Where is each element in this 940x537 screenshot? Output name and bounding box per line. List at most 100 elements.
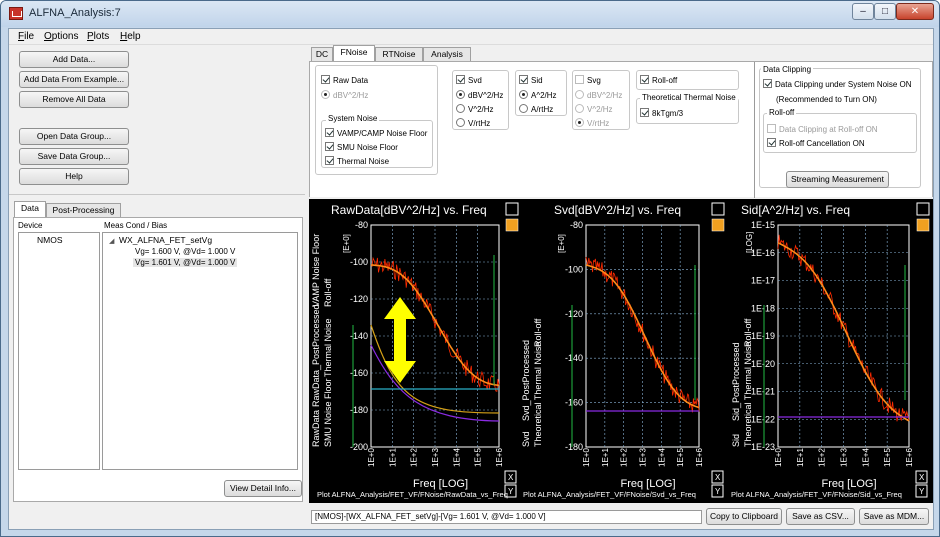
maximize-button[interactable]: □ [874,3,896,20]
svd-unit-dbv[interactable]: dBV^2/Hz [456,90,503,101]
sid-unit-a2[interactable]: A^2/Hz [519,90,557,101]
device-list[interactable]: NMOS [18,232,100,470]
series-label: Svd [521,431,531,447]
x-tick-label: 1E+6 [695,448,704,467]
menu-help[interactable]: Help [120,31,141,42]
y-tick-label: 1E-23 [751,442,775,452]
y-scale-label: [E+0] [557,234,566,253]
help-button[interactable]: Help [19,168,129,185]
close-button[interactable]: ✕ [896,3,934,20]
x-tick-label: 1E+4 [861,448,870,467]
tab-dc[interactable]: DC [311,47,333,61]
data-panel: Device Meas Cond / Bias NMOS ◢ WX_ALFNA_… [13,217,303,502]
x-axis-label: Freq [LOG] [413,478,468,490]
tab-post-processing[interactable]: Post-Processing [46,203,121,217]
add-data-button[interactable]: Add Data... [19,51,129,68]
divider [9,194,305,195]
tree-root[interactable]: WX_ALFNA_FET_setVg [119,235,212,245]
meas-tree[interactable]: ◢ WX_ALFNA_FET_setVg Vg= 1.600 V, @Vd= 1… [102,232,298,470]
tab-rtnoise[interactable]: RTNoise [375,47,423,61]
clip-sys-checkbox[interactable]: Data Clipping under System Noise ON [763,79,912,90]
raw-data-checkbox[interactable]: Raw Data [321,75,368,86]
svg-unit-dbv[interactable]: dBV^2/Hz [575,90,622,101]
maximize-icon: □ [881,6,889,17]
series-label: Roll-off [323,278,333,307]
smu-checkbox[interactable]: SMU Noise Floor [325,142,398,153]
autoscale-icon [711,218,725,232]
menu-options[interactable]: Options [44,31,78,42]
tree-item-selected[interactable]: Vg= 1.601 V, @Vd= 1.000 V [133,258,238,267]
minimize-button[interactable]: – [852,3,874,20]
vamp-checkbox[interactable]: VAMP/CAMP Noise Floor [325,128,427,139]
thermal-checkbox[interactable]: Thermal Noise [325,156,389,167]
x-tick-label: 1E+4 [452,448,461,467]
svg-unit-vrt[interactable]: V/rtHz [575,118,609,129]
svg-unit-v2[interactable]: V^2/Hz [575,104,613,115]
copy-to-clipboard-button[interactable]: Copy to Clipboard [706,508,782,525]
tree-item[interactable]: Vg= 1.600 V, @Vd= 1.000 V [135,247,235,256]
sid-unit-art[interactable]: A/rtHz [519,104,553,115]
plots-svg[interactable]: RawData[dBV^2/Hz] vs. Freq -80 -100 -120 -14… [309,199,933,503]
plot-title: Svd[dBV^2/Hz] vs. Freq [554,203,681,217]
fnoise-options-panel: Raw Data dBV^2/Hz System Noise VAMP/CAMP… [309,61,933,198]
system-noise-title: System Noise [326,114,380,123]
tab-analysis[interactable]: Analysis [423,47,471,61]
x-tick-label: 1E+3 [639,448,648,467]
svd-unit-vrt[interactable]: V/rtHz [456,118,490,129]
title-bar: ALFNA_Analysis:7 – □ ✕ [1,1,939,27]
y-scale-button-label: Y [919,487,925,496]
radio-icon [456,118,465,127]
series-label: RawData_PostProcessed [311,304,321,407]
clip-roll-checkbox[interactable]: Data Clipping at Roll-off ON [767,124,878,135]
series-label: VAMP Noise Floor [311,234,321,307]
plot-path-label: Plot ALFNA_Analysis/FET_VF/FNoise/Svd_vs… [523,490,696,499]
x-tick-label: 1E+2 [620,448,629,467]
plot-title: RawData[dBV^2/Hz] vs. Freq [331,203,487,217]
tab-data[interactable]: Data [14,201,46,217]
tab-fnoise[interactable]: FNoise [333,45,375,61]
y-tick-label: 1E-19 [751,331,775,341]
save-mdm-button[interactable]: Save as MDM... [859,508,929,525]
y-tick-label: -160 [565,398,583,408]
x-tick-label: 1E+5 [474,448,483,467]
svd-checkbox[interactable]: Svd [456,75,482,86]
plot-path-label: Plot ALFNA_Analysis/FET_VF/FNoise/Sid_vs… [731,490,902,499]
separator [754,62,755,198]
sid-checkbox[interactable]: Sid [519,75,543,86]
x-tick-label: 1E+2 [410,448,419,467]
remove-all-data-button[interactable]: Remove All Data [19,91,129,108]
menu-file[interactable]: File [18,31,34,42]
roll-cancel-checkbox[interactable]: Roll-off Cancellation ON [767,138,865,149]
series-label: RawData [311,410,321,447]
rolloff-checkbox[interactable]: Roll-off [640,75,677,86]
y-scale-label: [LOG] [745,232,754,253]
rolloff-clip-title: Roll-off [767,108,797,117]
svg-checkbox[interactable]: Svg [575,75,601,86]
x-scale-button-label: X [715,473,721,482]
list-item[interactable]: NMOS [37,235,63,245]
open-data-group-button[interactable]: Open Data Group... [19,128,129,145]
expand-caret-icon[interactable]: ◢ [109,237,114,245]
y-tick-label: 1E-20 [751,359,775,369]
menu-plots[interactable]: Plots [87,31,109,42]
streaming-measurement-button[interactable]: Streaming Measurement [786,171,889,188]
save-csv-button[interactable]: Save as CSV... [786,508,855,525]
x-scale-button-label: X [919,473,925,482]
svd-unit-v2[interactable]: V^2/Hz [456,104,494,115]
kt-checkbox[interactable]: 8kTgm/3 [640,108,683,119]
series-label: Sid_PostProcessed [731,342,741,421]
radio-icon [575,118,584,127]
client-area: File Options Plots Help Add Data... Add … [8,28,934,530]
save-data-group-button[interactable]: Save Data Group... [19,148,129,165]
series-label: Sid [731,434,741,447]
checkbox-icon [325,142,334,151]
checkbox-icon [767,138,776,147]
series-label: SMU Noise Floor [323,378,333,447]
radio-icon [456,104,465,113]
thermal-theory-title: Theoretical Thermal Noise [640,93,738,102]
expand-plot-icon [505,202,519,216]
add-data-from-example-button[interactable]: Add Data From Example... [19,71,129,88]
x-tick-label: 1E+4 [657,448,666,467]
raw-unit-radio[interactable]: dBV^2/Hz [321,90,368,101]
view-detail-button[interactable]: View Detail Info... [224,480,302,497]
